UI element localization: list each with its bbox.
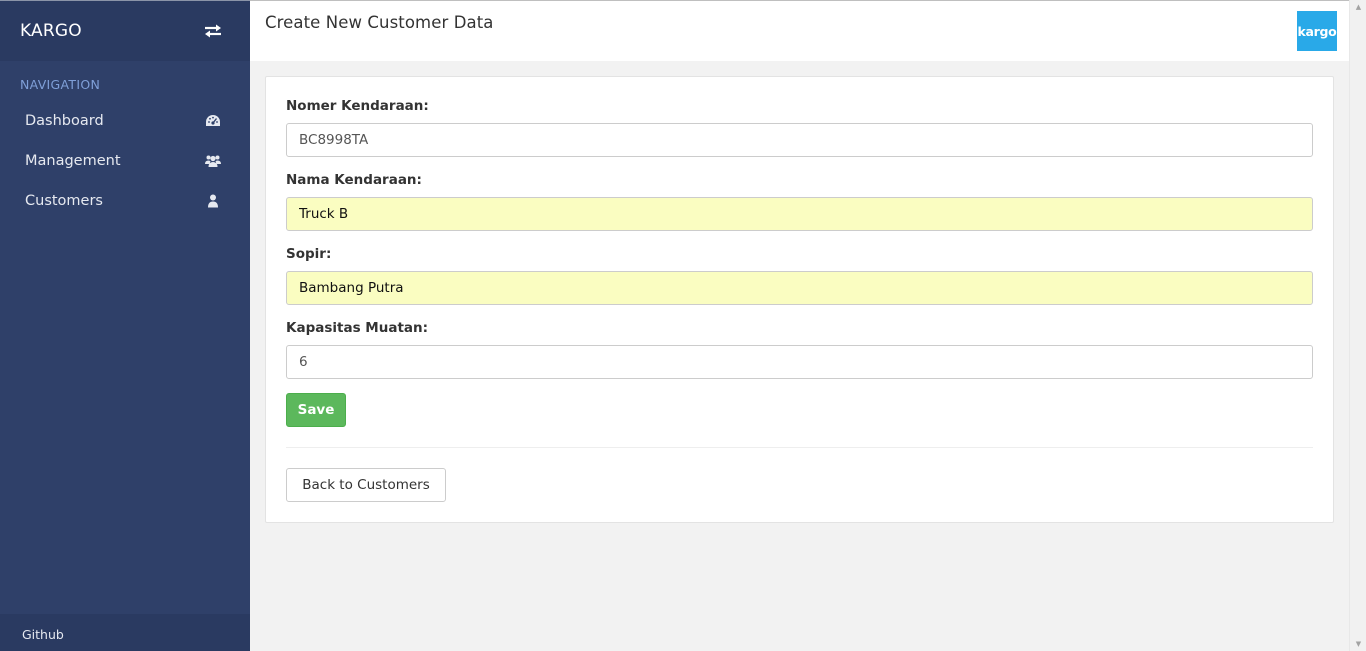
sidebar-item-label: Management [25,153,121,169]
sidebar-item-label: Dashboard [25,113,104,129]
page-title: Create New Customer Data [265,13,494,32]
nomer-kendaraan-input[interactable] [286,123,1313,157]
scroll-up-arrow-icon[interactable]: ▲ [1350,0,1366,14]
users-group-icon [205,155,221,167]
nama-kendaraan-label: Nama Kendaraan: [286,172,422,188]
kapasitas-muatan-input[interactable] [286,345,1313,379]
sidebar-item-label: Customers [25,193,103,209]
customer-form-card: Nomer Kendaraan: Nama Kendaraan: Sopir: … [265,76,1334,523]
brand-title[interactable]: KARGO [20,21,82,41]
scroll-down-arrow-icon[interactable]: ▼ [1350,637,1366,651]
sopir-label: Sopir: [286,246,332,262]
kapasitas-muatan-label: Kapasitas Muatan: [286,320,429,336]
sidebar-header: KARGO [0,0,250,61]
sidebar-item-customers[interactable]: Customers [0,181,250,221]
save-button[interactable]: Save [286,393,346,427]
github-link[interactable]: Github [0,614,250,651]
sidebar: KARGO NAVIGATION Dashboard Management Cu… [0,0,250,651]
user-icon [208,194,218,208]
nama-kendaraan-input[interactable] [286,197,1313,231]
top-bar: Create New Customer Data kargo [250,0,1349,61]
dashboard-gauge-icon [206,115,220,126]
sopir-input[interactable] [286,271,1313,305]
vertical-scrollbar[interactable]: ▲ ▼ [1349,0,1366,651]
back-to-customers-button[interactable]: Back to Customers [286,468,446,502]
kargo-logo[interactable]: kargo [1297,11,1337,51]
divider [286,447,1313,448]
nav-heading: NAVIGATION [20,77,101,92]
sidebar-item-management[interactable]: Management [0,141,250,181]
sidebar-item-dashboard[interactable]: Dashboard [0,101,250,141]
exchange-arrows-icon[interactable] [204,24,222,38]
nomer-kendaraan-label: Nomer Kendaraan: [286,98,429,114]
